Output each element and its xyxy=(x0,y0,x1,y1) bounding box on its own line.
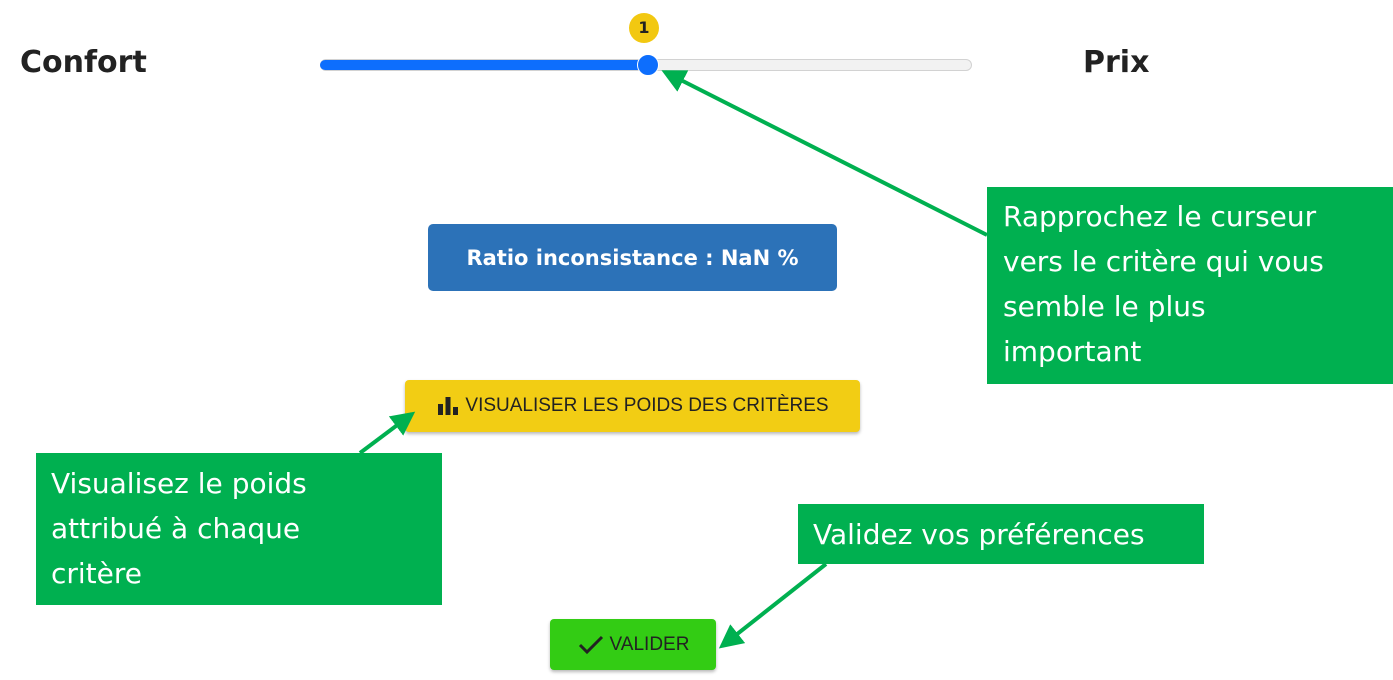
arrow-to-weights-button xyxy=(358,411,416,455)
arrow-to-validate-button xyxy=(718,562,828,649)
callout-arrows xyxy=(358,70,988,649)
arrow-to-slider xyxy=(661,70,988,237)
